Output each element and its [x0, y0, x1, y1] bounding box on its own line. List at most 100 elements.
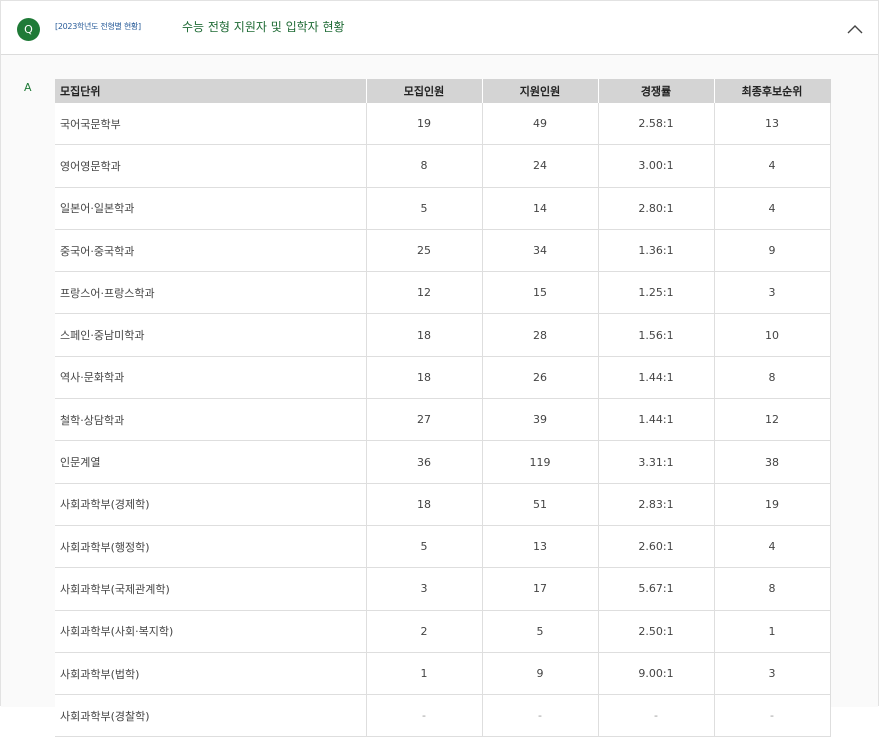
question-title[interactable]: 수능 전형 지원자 및 입학자 현황 [182, 18, 345, 35]
table-row: 일본어·일본학과 5 14 2.80:1 4 [55, 187, 831, 230]
table-row: 사회과학부(법학) 1 9 9.00:1 3 [55, 652, 831, 696]
cell-quota: 8 [366, 144, 483, 188]
answer-badge: A [24, 81, 32, 94]
cell-waitlist-rank: 4 [714, 187, 831, 230]
cell-quota: 1 [366, 652, 483, 696]
cell-ratio: 2.58:1 [598, 103, 715, 146]
header-applicants: 지원인원 [482, 79, 599, 103]
cell-ratio: 2.60:1 [598, 525, 715, 569]
cell-ratio: 3.00:1 [598, 144, 715, 188]
cell-waitlist-rank: 4 [714, 144, 831, 188]
header-quota: 모집인원 [366, 79, 483, 103]
cell-applicants: 39 [482, 398, 599, 442]
cell-quota: 5 [366, 187, 483, 230]
cell-quota: 27 [366, 398, 483, 442]
table-row: 스페인·중남미학과 18 28 1.56:1 10 [55, 313, 831, 357]
cell-unit: 사회과학부(행정학) [55, 525, 367, 569]
cell-ratio: 1.44:1 [598, 398, 715, 442]
cell-ratio: 1.25:1 [598, 271, 715, 315]
cell-waitlist-rank: 3 [714, 652, 831, 696]
cell-ratio: 9.00:1 [598, 652, 715, 696]
table-row: 인문계열 36 119 3.31:1 38 [55, 440, 831, 484]
table-row: 사회과학부(사회·복지학) 2 5 2.50:1 1 [55, 610, 831, 653]
cell-waitlist-rank: 10 [714, 313, 831, 357]
cell-waitlist-rank: 8 [714, 356, 831, 400]
cell-ratio: 2.50:1 [598, 610, 715, 653]
applicant-table: 모집단위 모집인원 지원인원 경쟁률 최종후보순위 국어국문학부 19 49 2… [55, 79, 831, 737]
cell-quota: - [366, 694, 483, 737]
cell-quota: 19 [366, 103, 483, 146]
chevron-up-icon[interactable] [845, 19, 865, 39]
faq-item: Q [2023학년도 전형별 현황] 수능 전형 지원자 및 입학자 현황 A … [0, 0, 879, 737]
table-row: 역사·문화학과 18 26 1.44:1 8 [55, 356, 831, 400]
cell-applicants: - [482, 694, 599, 737]
cell-ratio: 1.56:1 [598, 313, 715, 357]
cell-applicants: 9 [482, 652, 599, 696]
question-tag: [2023학년도 전형별 현황] [55, 22, 141, 31]
cell-applicants: 14 [482, 187, 599, 230]
cell-applicants: 15 [482, 271, 599, 315]
cell-applicants: 17 [482, 567, 599, 611]
table-row: 철학·상담학과 27 39 1.44:1 12 [55, 398, 831, 442]
cell-unit: 역사·문화학과 [55, 356, 367, 400]
cell-ratio: 2.80:1 [598, 187, 715, 230]
question-badge: Q [17, 18, 40, 41]
cell-waitlist-rank: 1 [714, 610, 831, 653]
cell-applicants: 34 [482, 229, 599, 273]
cell-unit: 사회과학부(국제관계학) [55, 567, 367, 611]
cell-waitlist-rank: 38 [714, 440, 831, 484]
cell-ratio: 2.83:1 [598, 483, 715, 526]
table-header-row: 모집단위 모집인원 지원인원 경쟁률 최종후보순위 [55, 79, 831, 103]
cell-unit: 철학·상담학과 [55, 398, 367, 442]
cell-waitlist-rank: 12 [714, 398, 831, 442]
cell-applicants: 28 [482, 313, 599, 357]
cell-unit: 국어국문학부 [55, 103, 367, 146]
cell-waitlist-rank: 9 [714, 229, 831, 273]
cell-applicants: 26 [482, 356, 599, 400]
table-row: 사회과학부(국제관계학) 3 17 5.67:1 8 [55, 567, 831, 611]
table-row: 프랑스어·프랑스학과 12 15 1.25:1 3 [55, 271, 831, 315]
cell-waitlist-rank: 8 [714, 567, 831, 611]
cell-unit: 인문계열 [55, 440, 367, 484]
cell-unit: 사회과학부(사회·복지학) [55, 610, 367, 653]
table-row: 영어영문학과 8 24 3.00:1 4 [55, 144, 831, 188]
header-ratio: 경쟁률 [598, 79, 715, 103]
table-row: 사회과학부(경제학) 18 51 2.83:1 19 [55, 483, 831, 526]
cell-unit: 영어영문학과 [55, 144, 367, 188]
cell-unit: 스페인·중남미학과 [55, 313, 367, 357]
cell-quota: 18 [366, 313, 483, 357]
cell-applicants: 119 [482, 440, 599, 484]
cell-quota: 5 [366, 525, 483, 569]
cell-ratio: 5.67:1 [598, 567, 715, 611]
cell-ratio: 1.44:1 [598, 356, 715, 400]
question-row[interactable]: Q [2023학년도 전형별 현황] 수능 전형 지원자 및 입학자 현황 [1, 1, 878, 55]
cell-applicants: 51 [482, 483, 599, 526]
cell-applicants: 49 [482, 103, 599, 146]
cell-quota: 18 [366, 483, 483, 526]
cell-waitlist-rank: - [714, 694, 831, 737]
cell-waitlist-rank: 3 [714, 271, 831, 315]
table-row: 사회과학부(행정학) 5 13 2.60:1 4 [55, 525, 831, 569]
cell-quota: 12 [366, 271, 483, 315]
cell-quota: 36 [366, 440, 483, 484]
header-unit: 모집단위 [55, 79, 367, 103]
cell-unit: 사회과학부(경찰학) [55, 694, 367, 737]
cell-quota: 18 [366, 356, 483, 400]
cell-waitlist-rank: 4 [714, 525, 831, 569]
table-row: 사회과학부(경찰학) - - - - [55, 694, 831, 737]
cell-unit: 사회과학부(법학) [55, 652, 367, 696]
cell-unit: 사회과학부(경제학) [55, 483, 367, 526]
header-waitlist-rank: 최종후보순위 [714, 79, 831, 103]
cell-quota: 2 [366, 610, 483, 653]
cell-ratio: 1.36:1 [598, 229, 715, 273]
cell-ratio: - [598, 694, 715, 737]
cell-waitlist-rank: 19 [714, 483, 831, 526]
table-row: 국어국문학부 19 49 2.58:1 13 [55, 103, 831, 146]
cell-applicants: 13 [482, 525, 599, 569]
cell-applicants: 5 [482, 610, 599, 653]
cell-unit: 일본어·일본학과 [55, 187, 367, 230]
cell-quota: 25 [366, 229, 483, 273]
cell-unit: 프랑스어·프랑스학과 [55, 271, 367, 315]
cell-ratio: 3.31:1 [598, 440, 715, 484]
table-row: 중국어·중국학과 25 34 1.36:1 9 [55, 229, 831, 273]
